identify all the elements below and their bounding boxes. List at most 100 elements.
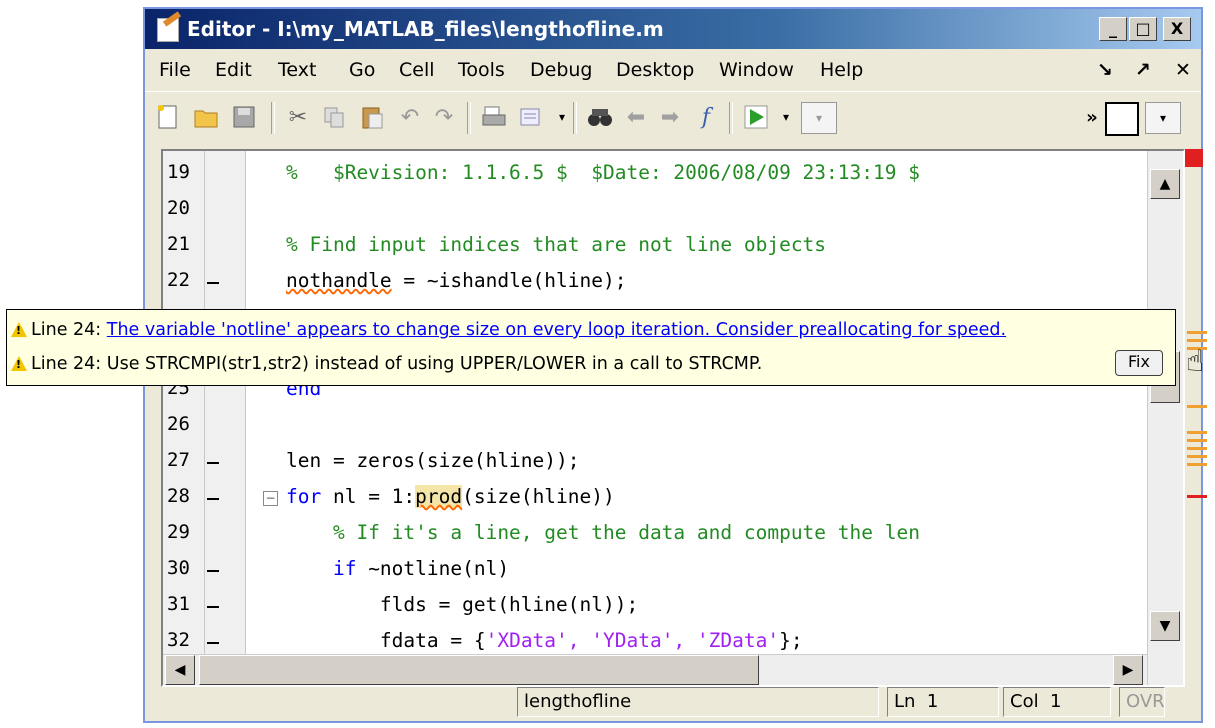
menu-cell[interactable]: Cell (399, 59, 435, 81)
code-line: fdata = {'XData', 'YData', 'ZData'}; (286, 629, 803, 652)
toolbar-separator (573, 102, 577, 134)
new-file-icon[interactable] (153, 102, 183, 132)
breakpoint-marker[interactable] (207, 498, 219, 500)
code-line: % If it's a line, get the data and compu… (286, 521, 920, 544)
open-folder-icon[interactable] (191, 102, 221, 132)
warning-marker[interactable] (1187, 405, 1207, 408)
breakpoint-marker[interactable] (207, 606, 219, 608)
title-bar[interactable]: Editor - I:\my_MATLAB_files\lengthofline… (145, 9, 1201, 49)
minimize-button[interactable]: _ (1099, 17, 1127, 41)
menu-file[interactable]: File (159, 59, 191, 81)
layout-icon[interactable] (1105, 102, 1139, 136)
close-doc-icon[interactable]: ✕ (1175, 59, 1191, 81)
breakpoint-marker[interactable] (207, 462, 219, 464)
cell-icon[interactable] (517, 102, 547, 132)
toolbar-separator (729, 102, 733, 134)
warning-marker[interactable] (1187, 339, 1207, 342)
run-icon[interactable] (741, 102, 771, 132)
copy-icon[interactable] (319, 102, 349, 132)
vertical-scrollbar[interactable]: ▲ ▼ (1147, 151, 1183, 685)
code-line: nothandle = ~ishandle(hline); (286, 269, 627, 292)
window-title: Editor - I:\my_MATLAB_files\lengthofline… (187, 17, 664, 41)
dock-icon[interactable]: ↗ (1135, 59, 1151, 81)
horizontal-scrollbar[interactable]: ◀ ▶ (163, 654, 1147, 685)
error-indicator-icon[interactable] (1185, 149, 1203, 167)
menu-help[interactable]: Help (820, 59, 863, 81)
gutter-divider (245, 151, 246, 685)
warning-marker[interactable] (1187, 331, 1207, 334)
menu-go[interactable]: Go (349, 59, 375, 81)
forward-icon[interactable]: ➡ (655, 102, 685, 132)
warning-link[interactable]: The variable 'notline' appears to change… (107, 320, 1006, 340)
keyword: if (332, 557, 357, 580)
line-number: 22 (167, 269, 190, 291)
warning-marker[interactable] (1187, 455, 1207, 458)
back-icon[interactable]: ⬅ (621, 102, 651, 132)
scroll-thumb[interactable] (199, 655, 759, 685)
warning-icon (11, 356, 27, 371)
redo-icon[interactable]: ↷ (429, 102, 459, 132)
print-icon[interactable] (479, 102, 509, 132)
line-number: 31 (167, 593, 190, 615)
toolbar: ✂ ↶ ↷ ▾ ⬅ ➡ f ▾ ▾ » ▾ (145, 91, 1201, 144)
error-marker[interactable] (1187, 495, 1207, 498)
menu-window[interactable]: Window (719, 59, 794, 81)
warning-marker[interactable] (1187, 447, 1207, 450)
editor-icon (157, 18, 179, 42)
menu-debug[interactable]: Debug (530, 59, 592, 81)
breakpoint-marker[interactable] (207, 282, 219, 284)
line-number: 21 (167, 233, 190, 255)
warning-marker[interactable] (1187, 431, 1207, 434)
fix-button[interactable]: Fix (1115, 350, 1163, 376)
code-text: ~notline(nl) (356, 557, 510, 580)
warning-line-label: Line 24: (31, 320, 102, 340)
line-number: 19 (167, 161, 190, 183)
status-line: Ln 1 (887, 687, 999, 717)
scroll-down-icon[interactable]: ▼ (1150, 611, 1180, 641)
scroll-up-icon[interactable]: ▲ (1150, 169, 1180, 199)
warning-marker[interactable] (1187, 463, 1207, 466)
more-icon[interactable]: » (1077, 102, 1107, 132)
highlighted-function: prod (415, 485, 463, 508)
code-line: for nl = 1:prod(size(hline)) (286, 485, 615, 508)
line-number: 27 (167, 449, 190, 471)
hand-cursor-icon: ☝ (1186, 344, 1205, 379)
gutter-divider (204, 151, 205, 685)
cut-icon[interactable]: ✂ (283, 102, 313, 132)
toolbar-separator (271, 102, 275, 134)
paste-icon[interactable] (357, 102, 387, 132)
line-number: 32 (167, 629, 190, 651)
menu-tools[interactable]: Tools (458, 59, 505, 81)
undock-icon[interactable]: ↘ (1097, 59, 1113, 81)
find-icon[interactable] (585, 102, 615, 132)
breakpoint-marker[interactable] (207, 570, 219, 572)
breakpoint-marker[interactable] (207, 642, 219, 644)
code-line: len = zeros(size(hline)); (286, 449, 580, 472)
status-ovr: OVR (1119, 687, 1165, 717)
code-line: flds = get(hline(nl)); (286, 593, 639, 616)
close-button[interactable]: X (1163, 17, 1191, 41)
scroll-right-icon[interactable]: ▶ (1113, 655, 1143, 685)
maximize-button[interactable]: □ (1129, 17, 1157, 41)
line-number: 30 (167, 557, 190, 579)
code-text: (size(hline)) (462, 485, 615, 508)
save-icon[interactable] (229, 102, 259, 132)
menu-desktop[interactable]: Desktop (616, 59, 694, 81)
message-indicator-bar[interactable] (1185, 149, 1207, 683)
scroll-left-icon[interactable]: ◀ (165, 655, 195, 685)
status-function: lengthofline (517, 687, 879, 717)
run-dropdown-icon[interactable]: ▾ (771, 102, 801, 132)
menu-edit[interactable]: Edit (215, 59, 252, 81)
fold-toggle[interactable]: − (263, 491, 278, 506)
code-editor[interactable]: 19 20 21 22 25 26 27 28 29 30 31 32 − % … (161, 149, 1185, 687)
status-bar: lengthofline Ln 1 Col 1 OVR (145, 683, 1201, 721)
stack-dropdown-icon[interactable]: ▾ (801, 102, 837, 134)
warning-row: Line 24: The variable 'notline' appears … (11, 320, 1006, 340)
line-number: 29 (167, 521, 190, 543)
function-icon[interactable]: f (691, 102, 721, 132)
layout-dropdown-icon[interactable]: ▾ (1145, 102, 1181, 134)
undo-icon[interactable]: ↶ (395, 102, 425, 132)
menu-text[interactable]: Text (278, 59, 316, 81)
warning-marker[interactable] (1187, 439, 1207, 442)
code-line: % Find input indices that are not line o… (286, 233, 827, 256)
